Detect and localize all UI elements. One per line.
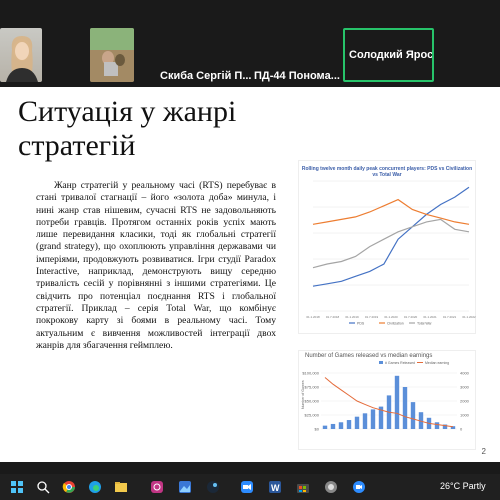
bar	[362, 413, 368, 429]
word-icon[interactable]: W	[268, 480, 282, 494]
participant-name[interactable]: ПД-44 Пономa...	[254, 70, 340, 82]
bar	[338, 422, 344, 429]
bar	[410, 402, 416, 429]
zoom-meeting-icon[interactable]	[352, 480, 366, 494]
x-tick-label: 01.7.2020	[404, 315, 418, 319]
app-icon[interactable]	[324, 480, 338, 494]
y2-tick-label: 0	[460, 427, 463, 432]
chart-title: Number of Games released vs median earni…	[305, 353, 433, 359]
bar	[322, 425, 328, 429]
participant-strip: Скиба Сергій П... ПД-44 Пономa... Солодк…	[0, 23, 500, 87]
y-tick-label: $25,000	[305, 413, 320, 418]
participant-video[interactable]	[0, 28, 42, 82]
bar-chart: Number of Games released vs median earni…	[298, 350, 476, 450]
x-tick-label: 01.1.2019	[345, 315, 359, 319]
taskbar: W 26°C Partly	[0, 474, 500, 500]
legend-label: Median earning	[425, 361, 449, 365]
explorer-icon[interactable]	[114, 480, 128, 494]
y2-tick-label: 3000	[460, 385, 470, 390]
bar	[434, 422, 440, 429]
participant-name[interactable]: Скиба Сергій П...	[160, 70, 252, 82]
windows-icon[interactable]	[10, 480, 24, 494]
line-chart: Rolling twelve month daily peak concurre…	[298, 160, 476, 334]
y2-tick-label: 1000	[460, 413, 470, 418]
legend-label: Civilization	[387, 322, 404, 326]
x-tick-label: 01.1.2022	[462, 315, 476, 319]
x-tick-label: 01.1.2020	[384, 315, 398, 319]
svg-text:W: W	[271, 483, 280, 493]
series-line	[312, 198, 470, 225]
slide-title: Ситуація у жанрі стратегій	[18, 95, 237, 162]
slide-body: Жанр стратегій у реальному часі (RTS) пе…	[36, 180, 276, 351]
bar	[330, 423, 336, 429]
bar	[354, 416, 360, 429]
y-tick-label: $50,000	[305, 399, 320, 404]
x-tick-label: 01.7.2021	[443, 315, 457, 319]
zoom-icon[interactable]	[240, 480, 254, 494]
bar	[370, 409, 376, 429]
x-tick-label: 01.7.2019	[365, 315, 379, 319]
legend-label: # Games Released	[385, 361, 415, 365]
bar	[402, 387, 408, 429]
participant-avatar	[6, 36, 38, 82]
photos-icon[interactable]	[178, 480, 192, 494]
search-icon[interactable]	[36, 480, 50, 494]
bar-chart-svg: $100,000 $75,000 $50,000 $25,000 $0 4000 3000 2…	[301, 361, 470, 432]
y-tick-label: $75,000	[305, 385, 320, 390]
edge-icon[interactable]	[88, 480, 102, 494]
chart-title: Rolling twelve month daily peak concurre…	[301, 166, 473, 178]
line-chart-svg: 01.1.2018 01.7.2018 01.1.2019 01.7.2019 01.1…	[306, 180, 476, 326]
y-tick-label: $100,000	[302, 371, 319, 376]
y-tick-label: $0	[315, 427, 320, 432]
chrome-icon[interactable]	[62, 480, 76, 494]
weather-status[interactable]: 26°C Partly	[440, 481, 486, 491]
bar	[346, 420, 352, 429]
screen: Скиба Сергій П... ПД-44 Пономa... Солодк…	[0, 0, 500, 500]
legend-swatch	[379, 361, 383, 364]
participant-name: Солодкий Ярос...	[349, 49, 434, 61]
legend-label: PDS	[357, 322, 365, 326]
x-tick-label: 01.1.2018	[306, 315, 320, 319]
active-speaker-tile[interactable]: Солодкий Ярос...	[343, 28, 434, 82]
x-tick-label: 01.1.2021	[423, 315, 437, 319]
participant-photo	[90, 28, 134, 82]
shared-slide: Ситуація у жанрі стратегій Жанр стратегі…	[0, 87, 500, 462]
y2-tick-label: 4000	[460, 371, 470, 376]
legend-label: Total War	[417, 322, 432, 326]
store-icon[interactable]	[296, 480, 310, 494]
x-tick-label: 01.7.2018	[326, 315, 340, 319]
y-axis-label: Number of Games	[301, 380, 305, 409]
steam-icon[interactable]	[206, 480, 220, 494]
page-number: 2	[481, 447, 486, 456]
bar	[394, 375, 400, 429]
instagram-icon[interactable]	[150, 480, 164, 494]
series-line	[312, 218, 470, 269]
y2-tick-label: 2000	[460, 399, 470, 404]
participant-video[interactable]	[90, 28, 134, 82]
